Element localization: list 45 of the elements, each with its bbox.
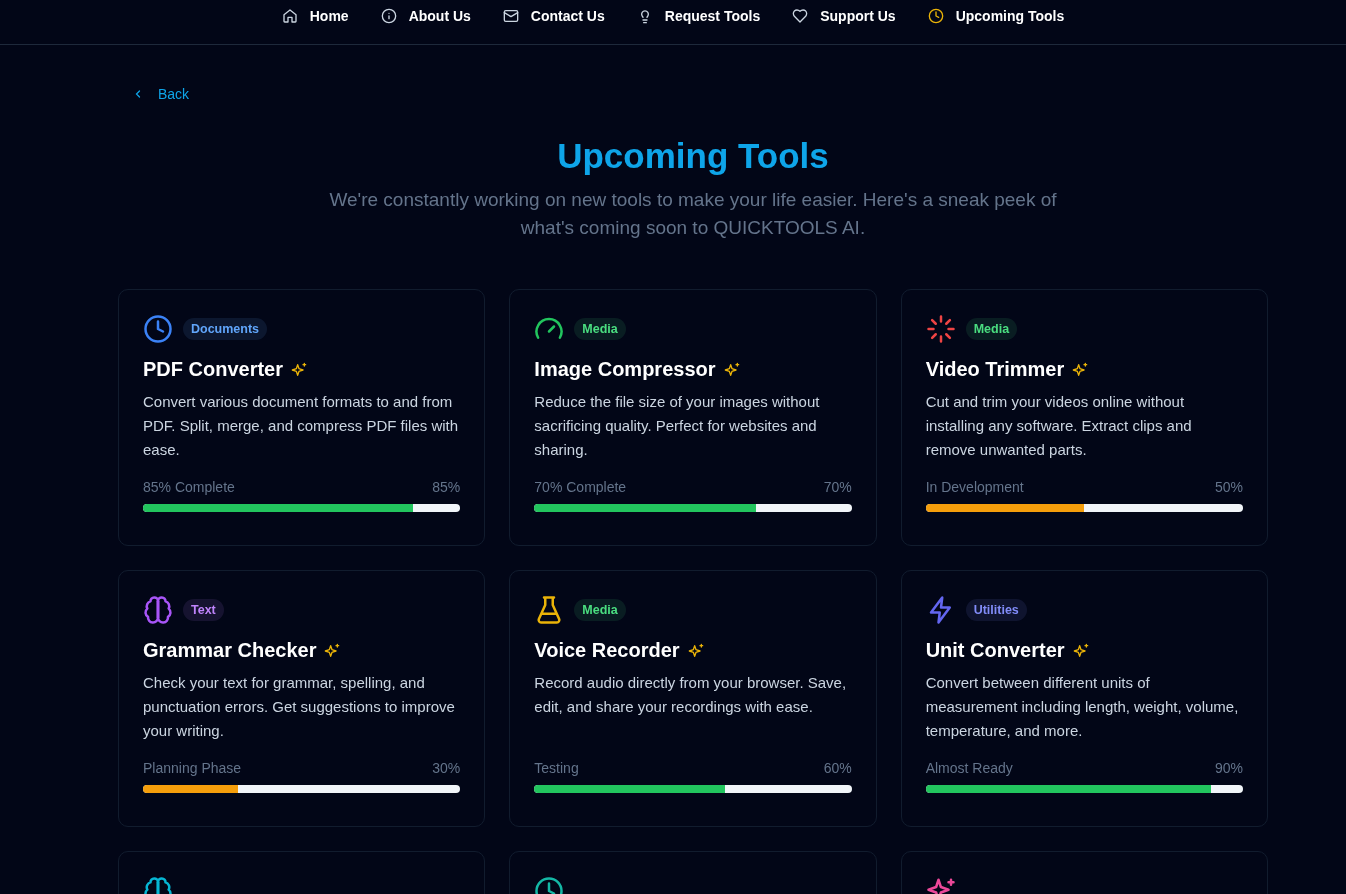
tool-description: Convert various document formats to and from PDF. Split, merge, and compress PDF files with ease. bbox=[143, 392, 460, 460]
nav-link[interactable]: Home bbox=[281, 8, 349, 24]
tool-name: Grammar Checker bbox=[143, 639, 317, 662]
sparkles-icon bbox=[687, 642, 704, 659]
nav-link[interactable]: Upcoming Tools bbox=[927, 8, 1065, 24]
progress-percent: 70% bbox=[823, 479, 852, 495]
progress-percent: 90% bbox=[1214, 760, 1243, 776]
progress-percent: 60% bbox=[823, 760, 852, 776]
progress-percent: 50% bbox=[1214, 479, 1243, 495]
nav-link[interactable]: Contact Us bbox=[502, 8, 605, 24]
progress-status: 85% Complete bbox=[143, 479, 235, 495]
category-tag: Media bbox=[574, 599, 626, 621]
category-tag: Text bbox=[183, 599, 224, 621]
sparkles-icon bbox=[324, 642, 341, 659]
progress-status: Planning Phase bbox=[143, 760, 242, 776]
page-title: Upcoming Tools bbox=[556, 136, 830, 176]
progress-status: In Development bbox=[925, 479, 1024, 495]
tool-description: Cut and trim your videos online without installing any software. Extract clips and remove unwanted parts. bbox=[925, 392, 1193, 460]
sparkles-icon bbox=[1072, 642, 1089, 659]
nav-link[interactable]: Request Tools bbox=[636, 8, 761, 24]
progress-status: 70% Complete bbox=[534, 479, 627, 495]
sparkles-icon bbox=[723, 361, 740, 378]
category-tag: Utilities bbox=[965, 599, 1027, 621]
category-tag: Media bbox=[965, 318, 1018, 340]
progress-status: Testing bbox=[534, 760, 579, 776]
sparkles-icon bbox=[291, 361, 308, 378]
tool-name: PDF Converter bbox=[143, 358, 284, 381]
tool-description: Record audio directly from your browser. Save, edit, and share your recordings with ease. bbox=[534, 673, 848, 717]
tool-description: Reduce the file size of your images without sacrificing quality. Perfect for websites and sharing. bbox=[534, 392, 821, 460]
back-link[interactable]: Back bbox=[132, 86, 190, 102]
tool-name: Voice Recorder bbox=[534, 639, 680, 662]
progress-percent: 85% bbox=[432, 479, 461, 495]
sparkles-icon bbox=[1072, 361, 1089, 378]
tool-name: Image Compressor bbox=[534, 358, 716, 381]
progress-status: Almost Ready bbox=[925, 760, 1013, 776]
page-subtitle: We're constantly working on new tools to make your life easier. Here's a sneak peek of what's coming soon to QUICKTOOLS AI. bbox=[328, 188, 1058, 240]
progress-percent: 30% bbox=[432, 760, 461, 776]
tool-name: Video Trimmer bbox=[925, 358, 1065, 381]
nav-link[interactable]: Support Us bbox=[792, 8, 896, 24]
category-tag: Documents bbox=[183, 318, 268, 340]
category-tag: Media bbox=[574, 318, 626, 340]
tool-description: Check your text for grammar, spelling, and punctuation errors. Get suggestions to improve your writing. bbox=[143, 673, 456, 741]
tool-description: Convert between different units of measurement including length, weight, volume, temperature, and more. bbox=[925, 673, 1240, 741]
nav-link[interactable]: About Us bbox=[380, 8, 471, 24]
tool-name: Unit Converter bbox=[925, 639, 1065, 662]
